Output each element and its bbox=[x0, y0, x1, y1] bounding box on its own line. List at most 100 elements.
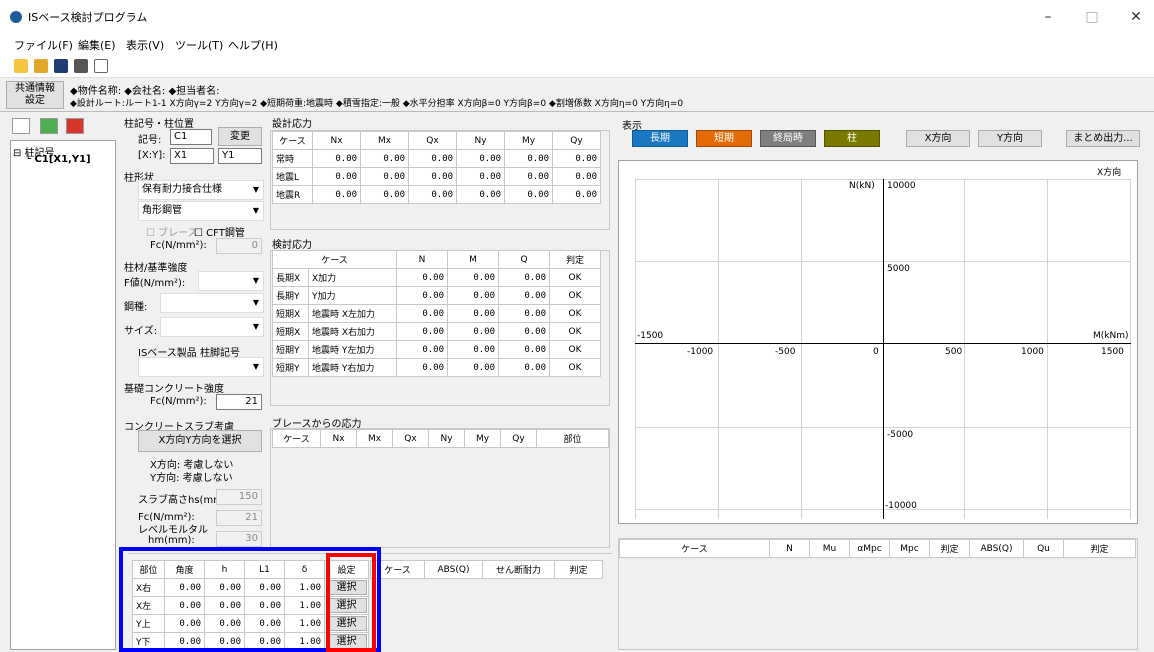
joint-spec-combo[interactable]: 保有耐力接合仕様 ▼ bbox=[138, 180, 264, 200]
menu-help[interactable]: ヘルプ(H) bbox=[228, 37, 278, 53]
cell[interactable]: 0.00 bbox=[312, 167, 361, 186]
menu-file[interactable]: ファイル(F) bbox=[14, 37, 73, 53]
col-header: ケース bbox=[272, 250, 397, 269]
cell[interactable]: 0.00 bbox=[408, 167, 457, 186]
chart-direction-label: X方向 bbox=[1097, 168, 1122, 178]
menu-edit[interactable]: 編集(E) bbox=[78, 37, 116, 53]
tree-item-c1[interactable]: └ C1[X1,Y1] bbox=[25, 154, 91, 165]
y-grid-input[interactable]: Y1 bbox=[218, 148, 262, 164]
steel-grade-combo[interactable]: ▼ bbox=[160, 293, 264, 313]
slab-height-input[interactable]: 150 bbox=[216, 489, 262, 505]
delete-icon[interactable] bbox=[66, 118, 84, 134]
menu-tools[interactable]: ツール(T) bbox=[175, 37, 223, 53]
cell[interactable]: 0.00 bbox=[360, 185, 409, 204]
cell[interactable]: 0.00 bbox=[504, 149, 553, 168]
save-icon[interactable] bbox=[54, 59, 68, 73]
common-info-label-1: 共通情報 bbox=[15, 83, 55, 94]
cell[interactable]: 0.00 bbox=[552, 167, 601, 186]
cell: Y加力 bbox=[308, 286, 397, 305]
cell[interactable]: 0.00 bbox=[408, 149, 457, 168]
long-term-button[interactable]: 長期 bbox=[632, 130, 688, 147]
cell[interactable]: 0.00 bbox=[408, 185, 457, 204]
cell[interactable]: 0.00 bbox=[504, 167, 553, 186]
table-row[interactable]: 短期X 地震時 X左加力 0.00 0.00 0.00 OK bbox=[272, 304, 601, 323]
change-button[interactable]: 変更 bbox=[218, 127, 262, 146]
cell: OK bbox=[549, 286, 601, 305]
x-direction-button[interactable]: X方向 bbox=[906, 130, 970, 147]
design-stress-table: ケース Nx Mx Qx Ny My Qy 常時 0.00 0.00 0.00 0.00 0.00 0.… bbox=[272, 131, 601, 204]
cell[interactable]: 0.00 bbox=[552, 185, 601, 204]
slab-fc-input[interactable]: 21 bbox=[216, 510, 262, 526]
cell: OK bbox=[549, 358, 601, 377]
section-type-combo[interactable]: 角形鋼管 ▼ bbox=[138, 201, 264, 221]
table-row[interactable]: 常時 0.00 0.00 0.00 0.00 0.00 0.00 bbox=[272, 149, 601, 168]
cell[interactable]: 0.00 bbox=[312, 185, 361, 204]
table-row[interactable]: 長期X X加力 0.00 0.00 0.00 OK bbox=[272, 268, 601, 287]
print-icon[interactable] bbox=[74, 59, 88, 73]
x-grid-input[interactable]: X1 bbox=[170, 148, 214, 164]
cft-checkbox[interactable]: ☐ CFT鋼管 bbox=[194, 224, 245, 239]
open-folder-icon[interactable] bbox=[34, 59, 48, 73]
cell[interactable]: 0.00 bbox=[504, 185, 553, 204]
table-row[interactable]: 地震L 0.00 0.00 0.00 0.00 0.00 0.00 bbox=[272, 167, 601, 186]
col-header: My bbox=[504, 131, 553, 150]
new-file-icon[interactable] bbox=[14, 59, 28, 73]
minimize-button[interactable]: – bbox=[1028, 5, 1068, 29]
cell: 長期X bbox=[272, 268, 309, 287]
copy-icon[interactable] bbox=[40, 118, 58, 134]
print-preview-icon[interactable] bbox=[94, 59, 108, 73]
cell[interactable]: 0.00 bbox=[456, 185, 505, 204]
x-tick-label: 0 bbox=[873, 347, 879, 357]
col-header: Qy bbox=[552, 131, 601, 150]
brace-checkbox[interactable]: ☐ ブレース bbox=[146, 224, 198, 239]
table-row[interactable]: 地震R 0.00 0.00 0.00 0.00 0.00 0.00 bbox=[272, 185, 601, 204]
col-header: N bbox=[769, 539, 810, 558]
cell: 地震時 Y右加力 bbox=[308, 358, 397, 377]
table-row[interactable]: 長期Y Y加力 0.00 0.00 0.00 OK bbox=[272, 286, 601, 305]
slab-direction-button[interactable]: X方向Y方向を選択 bbox=[138, 430, 262, 452]
cell: 0.00 bbox=[396, 268, 448, 287]
cell[interactable]: 0.00 bbox=[456, 149, 505, 168]
cell[interactable]: 0.00 bbox=[312, 149, 361, 168]
table-row[interactable]: 短期X 地震時 X右加力 0.00 0.00 0.00 OK bbox=[272, 322, 601, 341]
menu-view[interactable]: 表示(V) bbox=[126, 37, 164, 53]
x-tick-label: -500 bbox=[775, 347, 796, 357]
common-info-button[interactable]: 共通情報 設定 bbox=[6, 81, 64, 109]
cell[interactable]: 0.00 bbox=[360, 167, 409, 186]
summary-output-button[interactable]: まとめ出力... bbox=[1066, 130, 1140, 147]
cell[interactable]: 0.00 bbox=[552, 149, 601, 168]
close-button[interactable]: ✕ bbox=[1116, 5, 1154, 29]
column-button[interactable]: 柱 bbox=[824, 130, 880, 147]
col-header: ケース bbox=[272, 429, 321, 448]
cell: 長期Y bbox=[272, 286, 309, 305]
brace-label: ブレース bbox=[158, 228, 198, 239]
size-label: サイズ: bbox=[124, 326, 158, 337]
add-icon[interactable] bbox=[12, 118, 30, 134]
y-direction-button[interactable]: Y方向 bbox=[978, 130, 1042, 147]
maximize-button[interactable]: □ bbox=[1072, 5, 1112, 29]
shape-fc-label: Fc(N/mm²): bbox=[150, 240, 207, 251]
short-term-button[interactable]: 短期 bbox=[696, 130, 752, 147]
slab-y-status: Y方向: 考慮しない bbox=[150, 473, 233, 484]
size-combo[interactable]: ▼ bbox=[160, 317, 264, 337]
product-combo[interactable]: ▼ bbox=[138, 357, 264, 377]
col-header: Mx bbox=[356, 429, 393, 448]
ultimate-button[interactable]: 終局時 bbox=[760, 130, 816, 147]
col-header: 判定 bbox=[554, 560, 603, 579]
cell[interactable]: 0.00 bbox=[360, 149, 409, 168]
table-row[interactable]: 短期Y 地震時 Y左加力 0.00 0.00 0.00 OK bbox=[272, 340, 601, 359]
mortar-input[interactable]: 30 bbox=[216, 531, 262, 547]
table-row[interactable]: 短期Y 地震時 Y右加力 0.00 0.00 0.00 OK bbox=[272, 358, 601, 377]
foundation-fc-input[interactable]: 21 bbox=[216, 394, 262, 410]
symbol-input[interactable]: C1 bbox=[170, 129, 212, 145]
column-pos-group: 柱記号・柱位置 bbox=[124, 119, 194, 130]
cell[interactable]: 0.00 bbox=[456, 167, 505, 186]
cell: 地震時 Y左加力 bbox=[308, 340, 397, 359]
col-header: M bbox=[447, 250, 499, 269]
y-tick-label: 10000 bbox=[887, 181, 916, 191]
f-value-combo[interactable]: ▼ bbox=[198, 271, 264, 291]
symbol-label: 記号: bbox=[138, 135, 162, 146]
cell: 常時 bbox=[272, 149, 313, 168]
shape-fc-input[interactable]: 0 bbox=[216, 238, 262, 254]
table-header: ケース N Mu αMpc Mpc 判定 ABS(Q) Qu 判定 bbox=[619, 539, 1136, 558]
